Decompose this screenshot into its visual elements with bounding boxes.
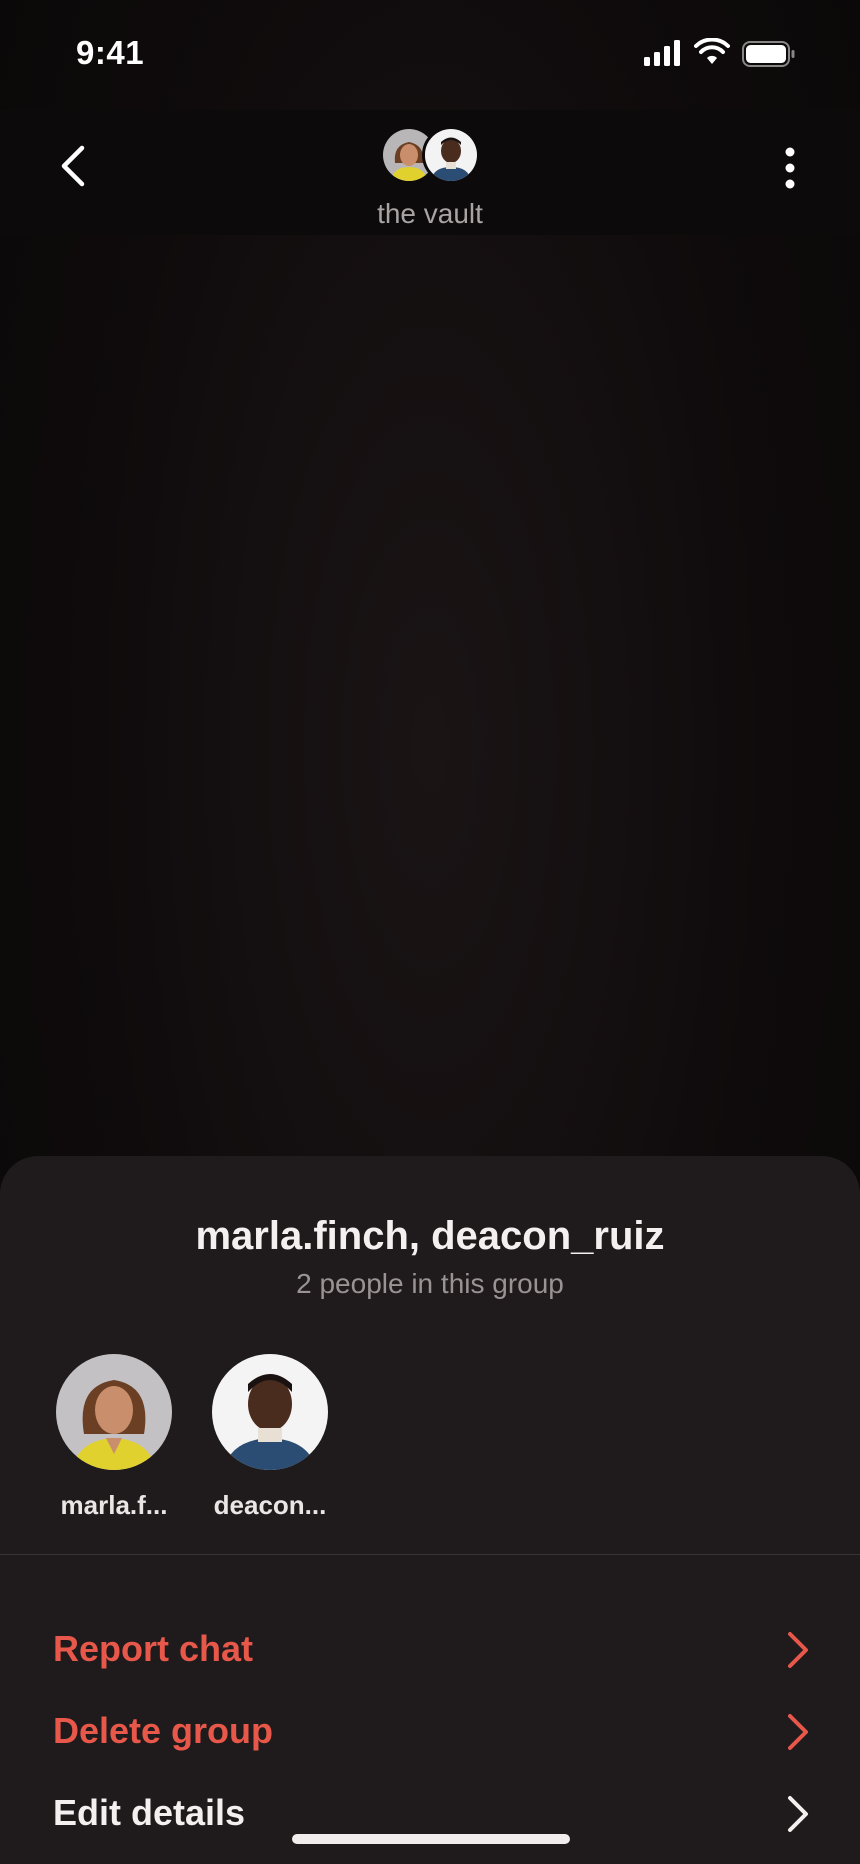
- member-item[interactable]: deacon...: [211, 1354, 329, 1521]
- avatar: [422, 126, 480, 184]
- group-details-sheet: marla.finch, deacon_ruiz 2 people in thi…: [0, 1156, 860, 1864]
- back-chevron-icon[interactable]: [50, 138, 100, 194]
- status-time: 9:41: [76, 34, 145, 71]
- member-count: 2 people in this group: [296, 1268, 564, 1299]
- chevron-right-icon: [788, 1632, 808, 1668]
- chevron-right-icon: [788, 1714, 808, 1750]
- more-vertical-icon[interactable]: [770, 140, 810, 196]
- report-chat-button[interactable]: Report chat: [0, 1610, 860, 1690]
- group-avatars[interactable]: [380, 126, 480, 186]
- avatar: [212, 1354, 328, 1470]
- divider: [0, 1554, 860, 1555]
- status-bar: 9:41: [0, 0, 860, 110]
- signal-icon: [644, 40, 680, 66]
- action-label: Delete group: [53, 1710, 274, 1751]
- home-indicator[interactable]: [292, 1834, 570, 1844]
- sheet-title: marla.finch, deacon_ruiz: [195, 1214, 665, 1258]
- action-label: Report chat: [53, 1628, 254, 1669]
- chat-header: the vault: [0, 110, 860, 235]
- chevron-right-icon: [788, 1796, 808, 1832]
- wifi-icon: [694, 38, 730, 64]
- group-title[interactable]: the vault: [0, 198, 860, 230]
- battery-icon: [742, 41, 795, 67]
- delete-group-button[interactable]: Delete group: [0, 1692, 860, 1772]
- action-label: Edit details: [53, 1792, 246, 1833]
- member-name: deacon...: [213, 1490, 327, 1520]
- member-name: marla.f...: [60, 1490, 168, 1520]
- avatar: [56, 1354, 172, 1470]
- member-item[interactable]: marla.f...: [55, 1354, 173, 1521]
